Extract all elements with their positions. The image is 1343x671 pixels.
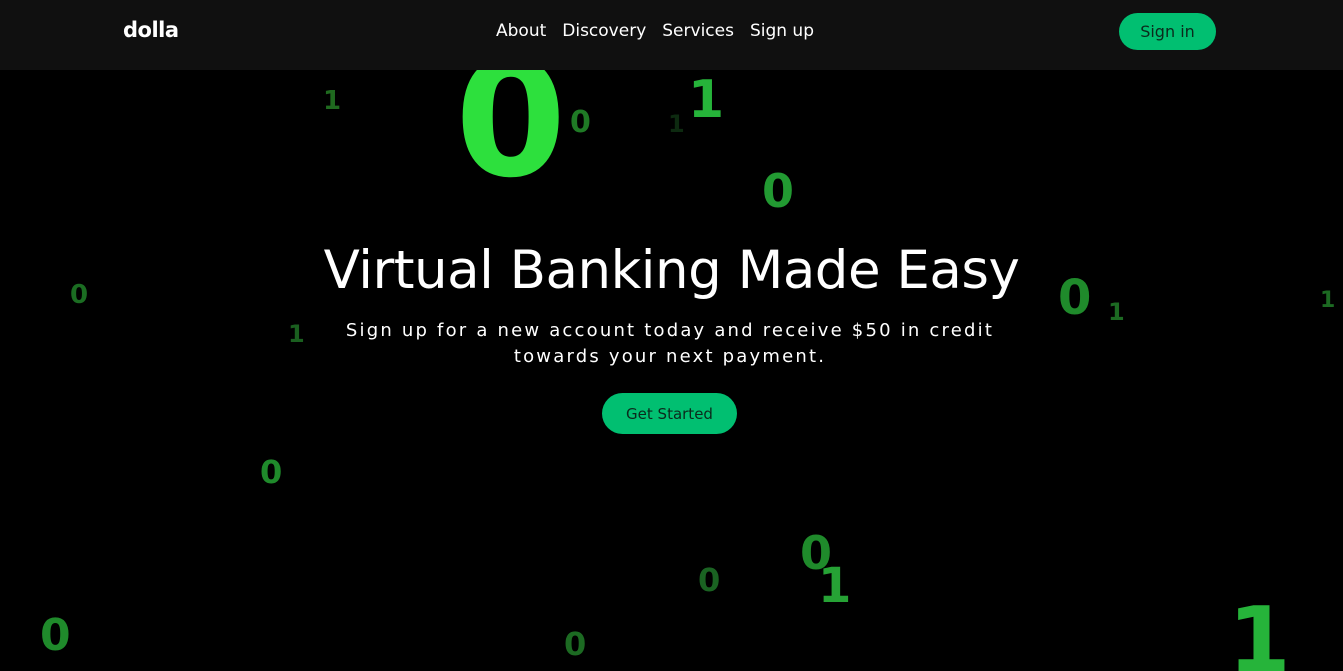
nav-link-discovery[interactable]: Discovery: [562, 21, 646, 41]
nav-link-services[interactable]: Services: [662, 21, 734, 41]
bg-digit: 1: [323, 86, 342, 116]
bg-digit: 0: [698, 561, 721, 599]
bg-digit: 0: [260, 453, 283, 491]
hero-subtitle: Sign up for a new account today and rece…: [300, 318, 1040, 370]
sign-in-button[interactable]: Sign in: [1119, 13, 1216, 50]
bg-digit: 1: [688, 70, 725, 130]
bg-digit: 0: [570, 105, 591, 140]
bg-digit: 0: [800, 526, 833, 580]
nav-link-about[interactable]: About: [496, 21, 546, 41]
bg-digit: 1: [1228, 588, 1291, 671]
get-started-button[interactable]: Get Started: [602, 393, 737, 434]
bg-digit: 0: [762, 164, 795, 218]
bg-digit: 0: [40, 610, 71, 661]
bg-digit: 1: [668, 110, 685, 138]
hero-subtitle-line-1: Sign up for a new account today and rece…: [345, 320, 995, 341]
nav-menu: About Discovery Services Sign up: [496, 21, 814, 41]
hero-title: Virtual Banking Made Easy: [323, 240, 1020, 301]
navbar: dolla About Discovery Services Sign up S…: [0, 0, 1343, 70]
bg-digit: 0: [564, 625, 587, 663]
nav-link-sign-up[interactable]: Sign up: [750, 21, 814, 41]
landing-page: 0 1 0 1 1 0 0 0 1 1 1 0 0 1 0 0 0 1 doll…: [0, 0, 1343, 671]
bg-digit: 1: [1108, 298, 1125, 326]
logo[interactable]: dolla: [123, 18, 179, 42]
hero-subtitle-line-2: towards your next payment.: [513, 346, 827, 367]
